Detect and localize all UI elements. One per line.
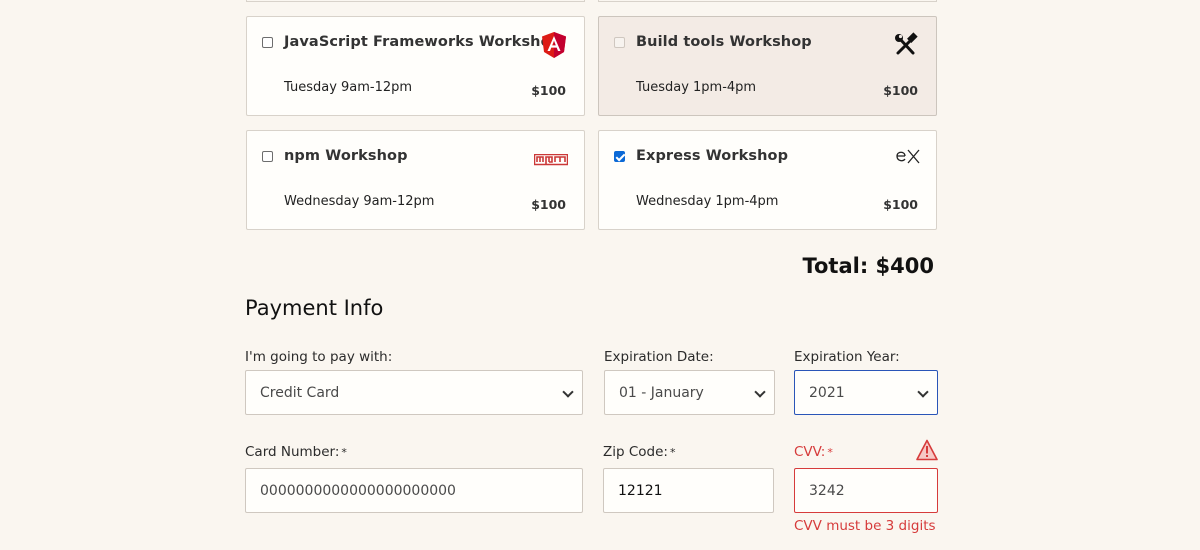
- workshop-time: Wednesday 9am-12pm: [284, 194, 435, 209]
- required-marker: *: [341, 446, 347, 459]
- zip-code-label: Zip Code: *: [603, 444, 675, 460]
- card-number-input[interactable]: 0000000000000000000000: [245, 468, 583, 513]
- required-marker: *: [669, 446, 676, 459]
- workshop-title: Express Workshop: [636, 148, 789, 164]
- angular-icon: [539, 31, 569, 59]
- workshop-title: Build tools Workshop: [636, 34, 812, 50]
- workshop-card-build-tools: Build tools Workshop Tuesday 1pm-4pm $10…: [598, 16, 937, 116]
- zip-code-label-text: Zip Code:: [603, 444, 668, 460]
- cvv-label-text: CVV:: [794, 444, 826, 460]
- payment-method-select[interactable]: Credit Card: [245, 370, 583, 415]
- card-number-label-text: Card Number:: [245, 444, 340, 460]
- cvv-input[interactable]: 3242: [794, 468, 938, 513]
- chevron-down-icon: [562, 386, 574, 398]
- total-amount: Total: $400: [802, 254, 934, 278]
- tools-icon: [891, 31, 921, 59]
- workshop-time: Wednesday 1pm-4pm: [636, 194, 779, 209]
- exp-year-label: Expiration Year:: [794, 349, 900, 365]
- chevron-down-icon: [754, 386, 766, 398]
- payment-info-heading: Payment Info: [245, 296, 384, 320]
- workshop-price: $100: [531, 83, 566, 98]
- cvv-value: 3242: [809, 482, 845, 499]
- card-number-value: 0000000000000000000000: [260, 482, 456, 499]
- exp-date-select[interactable]: 01 - January: [604, 370, 775, 415]
- express-icon: [895, 147, 921, 175]
- workshop-price: $100: [531, 197, 566, 212]
- npm-icon: [533, 151, 569, 179]
- workshop-time: Tuesday 1pm-4pm: [636, 80, 757, 95]
- workshop-title: npm Workshop: [284, 148, 408, 164]
- workshop-price: $100: [883, 83, 918, 98]
- payment-method-label: I'm going to pay with:: [245, 349, 393, 365]
- exp-date-label: Expiration Date:: [604, 349, 714, 365]
- payment-method-value: Credit Card: [260, 384, 340, 401]
- zip-code-input[interactable]: 12121: [603, 468, 774, 513]
- card-edge: [598, 0, 937, 2]
- workshop-card-express[interactable]: Express Workshop Wednesday 1pm-4pm $100: [598, 130, 937, 230]
- workshop-price: $100: [883, 197, 918, 212]
- exp-year-value: 2021: [809, 384, 845, 401]
- required-marker: *: [827, 446, 833, 459]
- cvv-error-message: CVV must be 3 digits: [794, 518, 936, 534]
- workshop-time: Tuesday 9am-12pm: [284, 80, 413, 95]
- exp-year-select[interactable]: 2021: [794, 370, 938, 415]
- chevron-down-icon: [917, 386, 929, 398]
- zip-code-value: 12121: [618, 482, 663, 499]
- workshop-checkbox[interactable]: [262, 37, 273, 48]
- warning-icon: [916, 439, 938, 461]
- cvv-label: CVV: *: [794, 444, 833, 460]
- card-edge: [246, 0, 585, 2]
- workshop-card-npm[interactable]: npm Workshop Wednesday 9am-12pm $100: [246, 130, 585, 230]
- exp-date-value: 01 - January: [619, 384, 704, 401]
- workshop-checkbox: [614, 37, 625, 48]
- workshop-title: JavaScript Frameworks Workshop: [284, 34, 562, 50]
- card-number-label: Card Number: *: [245, 444, 347, 460]
- workshop-checkbox-checked[interactable]: [614, 151, 625, 162]
- workshop-card-js-frameworks[interactable]: JavaScript Frameworks Workshop Tuesday 9…: [246, 16, 585, 116]
- workshop-checkbox[interactable]: [262, 151, 273, 162]
